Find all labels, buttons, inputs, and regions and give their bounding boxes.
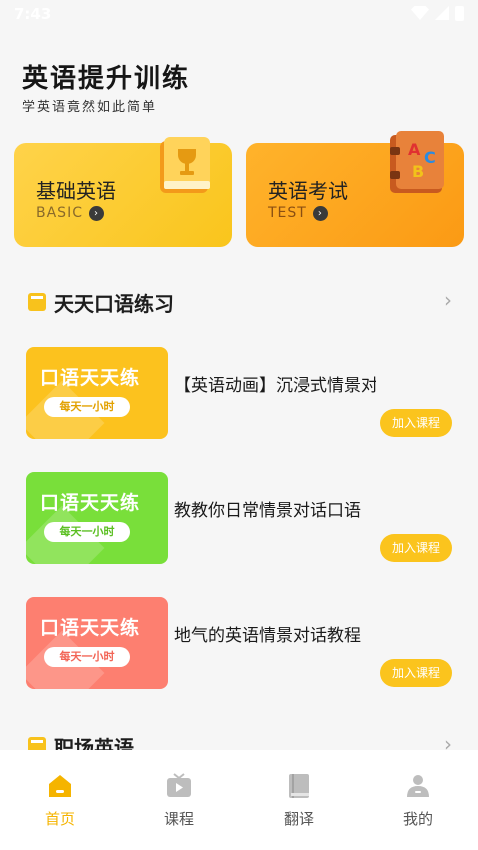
join-course-button[interactable]: 加入课程 <box>380 659 452 687</box>
arrow-circle-icon: › <box>88 205 104 221</box>
book-icon <box>28 293 46 311</box>
course-row[interactable]: 口语天天练 每天一小时 教教你日常情景对话口语 加入课程 <box>26 472 452 564</box>
status-time: 7:43 <box>14 5 52 23</box>
signal-icon <box>435 6 449 20</box>
course-name: 【英语动画】沉浸式情景对 <box>174 376 376 396</box>
category-title: 基础英语 <box>36 179 116 203</box>
status-bar: 7:43 <box>0 0 478 30</box>
tab-courses[interactable]: 课程 <box>139 772 219 829</box>
thumbnail-badge: 每天一小时 <box>44 397 130 417</box>
course-row[interactable]: 口语天天练 每天一小时 【英语动画】沉浸式情景对 加入课程 <box>26 347 452 439</box>
course-thumbnail: 口语天天练 每天一小时 <box>26 597 168 689</box>
course-thumbnail: 口语天天练 每天一小时 <box>26 347 168 439</box>
tab-label: 课程 <box>163 810 194 828</box>
wifi-icon <box>411 6 429 20</box>
status-icons <box>411 6 464 21</box>
home-icon <box>49 775 71 797</box>
svg-text:B: B <box>412 162 424 181</box>
tab-label: 首页 <box>44 810 75 828</box>
category-title: 英语考试 <box>268 179 348 203</box>
tab-profile[interactable]: 我的 <box>378 772 458 829</box>
battery-icon <box>455 6 464 21</box>
tab-translate[interactable]: 翻译 <box>259 772 339 829</box>
tab-label: 我的 <box>402 810 433 828</box>
abc-book-icon: A C B <box>390 131 444 193</box>
course-thumbnail: 口语天天练 每天一小时 <box>26 472 168 564</box>
svg-text:A: A <box>408 140 421 159</box>
join-course-button[interactable]: 加入课程 <box>380 534 452 562</box>
category-subtitle-text: BASIC <box>36 205 83 221</box>
bottom-tab-bar: 首页 课程 翻译 我的 <box>0 750 478 850</box>
category-card-test[interactable]: 英语考试 TEST › A C B <box>246 131 464 247</box>
book-icon <box>289 774 309 798</box>
category-card-basic[interactable]: 基础英语 BASIC › <box>14 137 232 247</box>
course-name: 地气的英语情景对话教程 <box>174 626 361 646</box>
thumbnail-badge: 每天一小时 <box>44 647 130 667</box>
page-subtitle: 学英语竟然如此简单 <box>22 100 158 115</box>
course-row[interactable]: 口语天天练 每天一小时 地气的英语情景对话教程 加入课程 <box>26 597 452 689</box>
category-subtitle: TEST › <box>268 205 328 221</box>
thumbnail-title: 口语天天练 <box>40 367 141 389</box>
thumbnail-badge: 每天一小时 <box>44 522 130 542</box>
page-title: 英语提升训练 <box>22 64 191 94</box>
trophy-book-icon <box>160 137 210 193</box>
tab-label: 翻译 <box>283 810 314 828</box>
category-subtitle: BASIC › <box>36 205 104 221</box>
tv-icon <box>167 773 191 797</box>
section-more-button[interactable]: › <box>444 288 452 312</box>
tab-home[interactable]: 首页 <box>20 772 100 829</box>
section-header-daily: 天天口语练习 <box>28 287 174 317</box>
join-course-button[interactable]: 加入课程 <box>380 409 452 437</box>
section-title: 天天口语练习 <box>54 291 174 316</box>
arrow-circle-icon: › <box>312 205 328 221</box>
thumbnail-title: 口语天天练 <box>40 492 141 514</box>
course-name: 教教你日常情景对话口语 <box>174 501 361 521</box>
thumbnail-title: 口语天天练 <box>40 617 141 639</box>
svg-text:C: C <box>424 148 436 167</box>
person-icon <box>407 775 429 797</box>
category-subtitle-text: TEST <box>268 205 307 221</box>
